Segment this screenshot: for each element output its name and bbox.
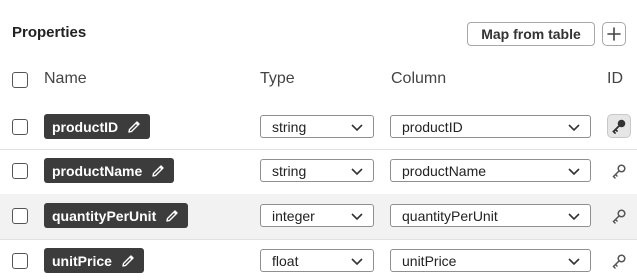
chevron-down-icon (568, 213, 580, 221)
id-key-toggle[interactable] (607, 114, 631, 138)
row-checkbox[interactable] (12, 208, 28, 224)
table-row: productName string productName (0, 149, 637, 194)
property-name-pill[interactable]: unitPrice (44, 248, 144, 273)
chevron-down-icon (568, 258, 580, 266)
pencil-icon[interactable] (126, 119, 142, 135)
column-select[interactable]: quantityPerUnit (390, 204, 591, 227)
type-value: float (272, 252, 299, 269)
column-header-column: Column (391, 70, 447, 87)
chevron-down-icon (568, 168, 580, 176)
table-row: productID string productID (0, 104, 637, 149)
column-value: quantityPerUnit (402, 207, 498, 224)
column-value: productID (402, 118, 463, 135)
chevron-down-icon (351, 213, 363, 221)
property-name-pill[interactable]: productName (44, 158, 175, 183)
column-header-type: Type (260, 70, 295, 87)
pencil-icon[interactable] (150, 163, 166, 179)
type-select[interactable]: string (260, 159, 374, 182)
column-select[interactable]: productID (390, 115, 591, 138)
table-row: quantityPerUnit integer quantityPerUnit (0, 194, 637, 239)
chevron-down-icon (568, 124, 580, 132)
page-title: Properties (12, 24, 87, 41)
property-name: quantityPerUnit (52, 207, 157, 224)
column-select[interactable]: productName (390, 159, 591, 182)
plus-icon (607, 27, 621, 41)
property-name: productName (52, 162, 143, 179)
key-icon (612, 209, 626, 224)
map-from-table-button[interactable]: Map from table (467, 22, 595, 46)
type-select[interactable]: string (260, 115, 374, 138)
column-select[interactable]: unitPrice (390, 249, 591, 272)
key-icon (612, 254, 626, 269)
column-header-id: ID (607, 70, 623, 87)
column-header-name: Name (44, 70, 87, 87)
id-key-toggle[interactable] (607, 159, 631, 183)
table-row: unitPrice float unitPrice (0, 239, 637, 280)
add-property-button[interactable] (602, 22, 626, 46)
chevron-down-icon (351, 258, 363, 266)
key-icon (612, 119, 626, 134)
row-checkbox[interactable] (12, 163, 28, 179)
type-select[interactable]: integer (260, 204, 374, 227)
column-value: unitPrice (402, 252, 457, 269)
pencil-icon[interactable] (164, 208, 180, 224)
type-value: string (272, 162, 307, 179)
id-key-toggle[interactable] (607, 204, 631, 228)
column-value: productName (402, 162, 487, 179)
property-name-pill[interactable]: productID (44, 114, 151, 139)
type-value: string (272, 118, 307, 135)
property-name: unitPrice (52, 252, 112, 269)
select-all-checkbox[interactable] (12, 72, 28, 88)
key-icon (612, 164, 626, 179)
chevron-down-icon (351, 124, 363, 132)
row-checkbox[interactable] (12, 119, 28, 135)
row-checkbox[interactable] (12, 253, 28, 269)
property-name: productID (52, 118, 119, 135)
pencil-icon[interactable] (120, 253, 136, 269)
type-select[interactable]: float (260, 249, 374, 272)
chevron-down-icon (351, 168, 363, 176)
id-key-toggle[interactable] (607, 249, 631, 273)
property-name-pill[interactable]: quantityPerUnit (44, 203, 189, 228)
type-value: integer (272, 207, 315, 224)
